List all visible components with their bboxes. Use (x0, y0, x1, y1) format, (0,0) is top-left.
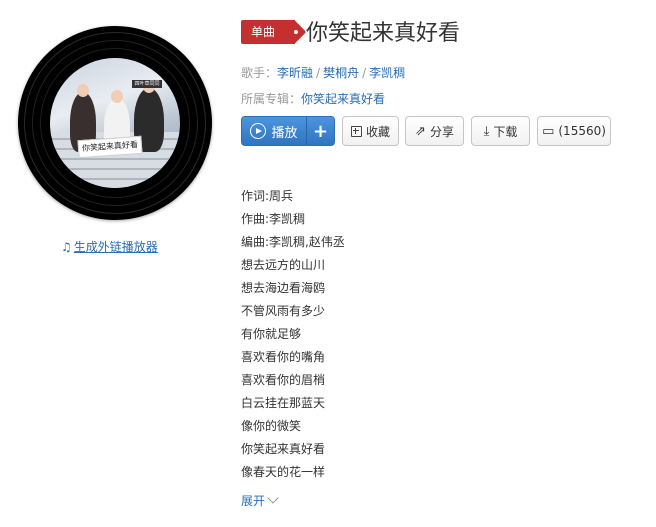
lyric-line: 像你的微笑 (241, 419, 302, 433)
play-button-group: 播放 + (241, 116, 335, 146)
lyric-line: 想去海边看海鸥 (241, 281, 326, 295)
cover-face (77, 84, 89, 97)
singer-link[interactable]: 李凯稠 (369, 66, 405, 80)
collect-icon (350, 125, 362, 137)
singer-link[interactable]: 樊桐舟 (323, 66, 359, 80)
album-row: 所属专辑：你笑起来真好看 (241, 90, 385, 107)
lyric-line: 编曲:李凯稠,赵伟丞 (241, 235, 345, 249)
share-button[interactable]: ⇗ 分享 (405, 116, 464, 146)
lyric-line: 你笑起来真好看 (241, 442, 326, 456)
lyric-line: 喜欢看你的眉梢 (241, 373, 326, 387)
collect-label: 收藏 (365, 124, 390, 139)
separator: / (362, 66, 367, 80)
lyric-line: 喜欢看你的嘴角 (241, 350, 326, 364)
download-label: 下载 (493, 124, 518, 139)
expand-lyrics-button[interactable]: 展开 (241, 492, 279, 509)
album-cover: 四叶草同同 你笑起来真好看 (50, 58, 180, 188)
singer-label: 歌手： (241, 66, 278, 80)
lyric-line: 作词:周兵 (241, 189, 294, 203)
music-note-icon: ♫ (61, 240, 72, 254)
album-vinyl: 四叶草同同 你笑起来真好看 (18, 26, 212, 220)
share-label: 分享 (429, 124, 454, 139)
download-icon: ⤓ (483, 123, 490, 139)
comment-icon: ▭ (542, 123, 555, 139)
comment-button[interactable]: ▭ (15560) (537, 116, 611, 146)
share-icon: ⇗ (415, 123, 426, 139)
external-player-label: 生成外链播放器 (73, 240, 158, 254)
play-label: 播放 (271, 125, 298, 141)
play-button[interactable]: 播放 (242, 117, 307, 145)
badge-dot (294, 30, 298, 34)
song-title: 你笑起来真好看 (306, 21, 461, 46)
singer-row: 歌手：李昕融 / 樊桐舟 / 李凯稠 (241, 64, 405, 81)
comment-count: (15560) (558, 124, 606, 138)
external-player-link[interactable]: ♫ 生成外链播放器 (61, 238, 158, 255)
lyric-line: 不管风雨有多少 (241, 304, 326, 318)
cover-face (111, 90, 123, 103)
album-link[interactable]: 你笑起来真好看 (301, 92, 385, 106)
album-label: 所属专辑： (241, 92, 302, 106)
cover-tag: 四叶草同同 (132, 80, 162, 88)
separator: / (316, 66, 321, 80)
single-badge-label: 单曲 (251, 25, 276, 39)
download-button[interactable]: ⤓ 下载 (471, 116, 530, 146)
lyric-line: 作曲:李凯稠 (241, 212, 306, 226)
lyrics: 作词:周兵 作曲:李凯稠 编曲:李凯稠,赵伟丞 想去远方的山川 想去海边看海鸥 … (241, 188, 345, 487)
play-icon (250, 123, 267, 139)
lyric-line: 有你就足够 (241, 327, 302, 341)
singer-link[interactable]: 李昕融 (277, 66, 313, 80)
add-to-playlist-button[interactable]: + (307, 117, 334, 145)
collect-button[interactable]: 收藏 (342, 116, 399, 146)
lyric-line: 想去远方的山川 (241, 258, 326, 272)
single-badge: 单曲 (241, 20, 298, 44)
chevron-down-icon (267, 492, 279, 504)
lyric-line: 像春天的花一样 (241, 465, 326, 479)
lyric-line: 白云挂在那蓝天 (241, 396, 326, 410)
expand-label: 展开 (241, 494, 266, 508)
